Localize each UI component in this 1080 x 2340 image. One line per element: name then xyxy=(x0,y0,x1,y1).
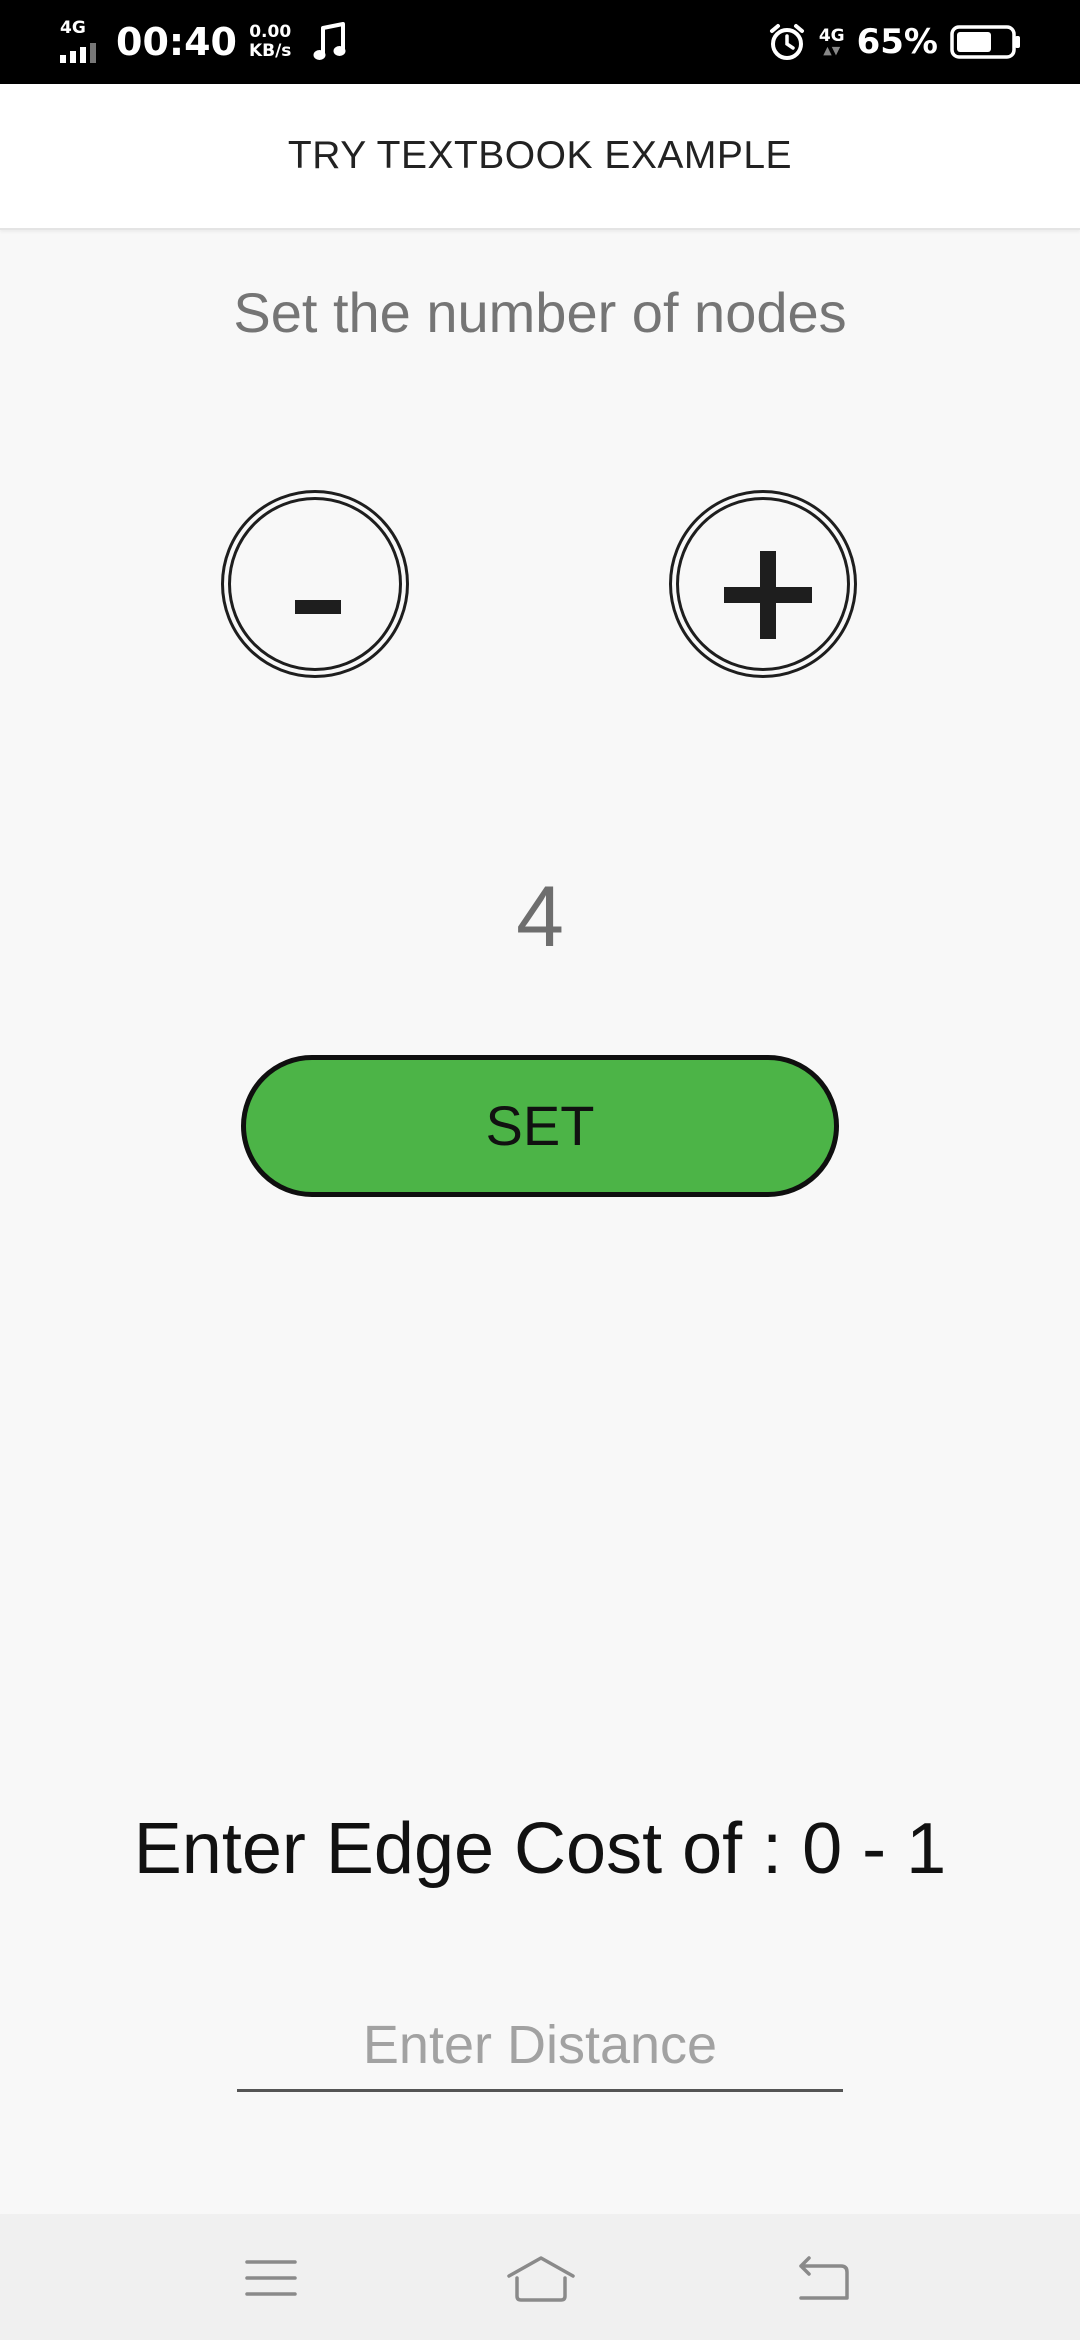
menu-icon xyxy=(245,2260,297,2296)
network-speed-unit: KB/s xyxy=(248,41,292,61)
status-time: 00:40 xyxy=(116,20,237,64)
decrement-button[interactable] xyxy=(221,490,409,678)
navigation-bar xyxy=(0,2214,1080,2340)
back-icon xyxy=(799,2256,849,2300)
network-type-right-group: 4G ▲▼ xyxy=(819,27,845,57)
node-count-value: 4 xyxy=(516,869,564,965)
nav-menu-button[interactable] xyxy=(229,2236,313,2320)
status-right: 4G ▲▼ 65% xyxy=(767,0,1022,84)
plus-icon xyxy=(724,551,812,639)
increment-button[interactable] xyxy=(669,490,857,678)
music-note-icon xyxy=(313,22,346,60)
home-icon xyxy=(507,2256,575,2302)
nav-back-button[interactable] xyxy=(781,2236,865,2320)
screen: 4G 00:40 0.00 KB/s 4G ▲▼ 65% TRY TEXTBOO… xyxy=(0,0,1080,2340)
page-title: TRY TEXTBOOK EXAMPLE xyxy=(287,134,793,177)
signal-icon: 4G xyxy=(58,19,104,65)
network-speed-value: 0.00 xyxy=(249,22,292,42)
edge-cost-label: Enter Edge Cost of : 0 - 1 xyxy=(133,1809,947,1889)
minus-icon xyxy=(295,600,341,614)
network-type-right: 4G xyxy=(818,26,845,46)
status-bar: 4G 00:40 0.00 KB/s 4G ▲▼ 65% xyxy=(0,0,1080,84)
status-left: 4G 00:40 0.00 KB/s xyxy=(58,0,349,84)
nav-home-button[interactable] xyxy=(499,2236,583,2320)
battery-icon xyxy=(950,25,1020,59)
app-header: TRY TEXTBOOK EXAMPLE xyxy=(0,84,1080,230)
network-type-left: 4G xyxy=(60,18,86,38)
distance-input[interactable] xyxy=(237,2000,843,2092)
battery-percent: 65% xyxy=(856,22,938,62)
nodes-prompt: Set the number of nodes xyxy=(233,281,847,344)
set-button[interactable]: SET xyxy=(241,1055,839,1197)
data-arrows-icon: ▲▼ xyxy=(823,44,841,57)
network-speed: 0.00 KB/s xyxy=(249,23,291,61)
alarm-icon xyxy=(769,24,804,60)
